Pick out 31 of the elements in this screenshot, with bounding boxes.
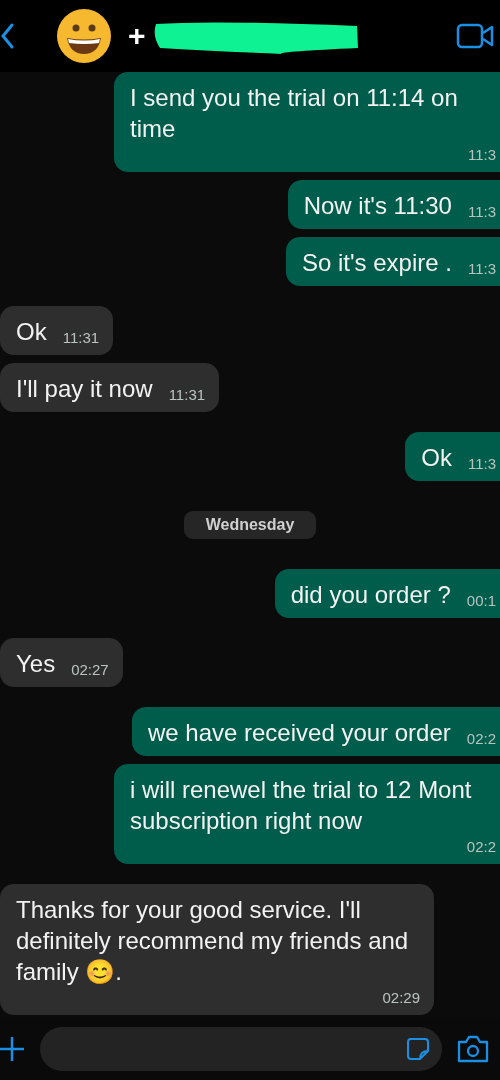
back-icon[interactable] xyxy=(0,22,16,50)
video-call-icon[interactable] xyxy=(456,23,494,49)
message-text: Yes xyxy=(16,649,56,679)
message-time: 11:3 xyxy=(467,203,496,221)
message-text: we have received your order xyxy=(147,718,451,748)
message-text: I send you the trial on 11:14 on time xyxy=(130,83,459,144)
message-text: Now it's 11:30 xyxy=(303,191,452,221)
message-time: 02:2 xyxy=(466,838,496,856)
message-time: 11:3 xyxy=(467,146,496,164)
message-text: Ok xyxy=(421,443,452,473)
message-time: 11:3 xyxy=(467,260,496,278)
message-text: Ok xyxy=(16,317,47,347)
message-input-field[interactable] xyxy=(40,1027,442,1071)
camera-icon[interactable] xyxy=(456,1034,490,1064)
message-time: 11:31 xyxy=(62,329,100,347)
message-text: So it's expire . xyxy=(301,248,452,278)
plus-icon[interactable] xyxy=(0,1035,26,1063)
smiley-avatar-icon[interactable] xyxy=(56,8,112,64)
message-time: 11:3 xyxy=(467,455,496,473)
message-text: I'll pay it now xyxy=(16,374,153,404)
message-time: 02:29 xyxy=(382,989,420,1007)
message-time: 02:27 xyxy=(71,661,109,679)
message-time: 11:31 xyxy=(168,386,206,404)
message-text: i will renewel the trial to 12 Mont subscription right now xyxy=(130,775,473,836)
date-chip: Wednesday xyxy=(183,511,317,539)
contact-name-prefix: + xyxy=(128,19,146,53)
message-text: Thanks for your good service. I'll definitely recommend my friends and family 😊. xyxy=(16,895,410,987)
sticker-icon[interactable] xyxy=(406,1037,430,1061)
message-time: 00:1 xyxy=(466,592,496,610)
message-time: 02:2 xyxy=(466,730,496,748)
message-text: did you order ? xyxy=(290,580,451,610)
